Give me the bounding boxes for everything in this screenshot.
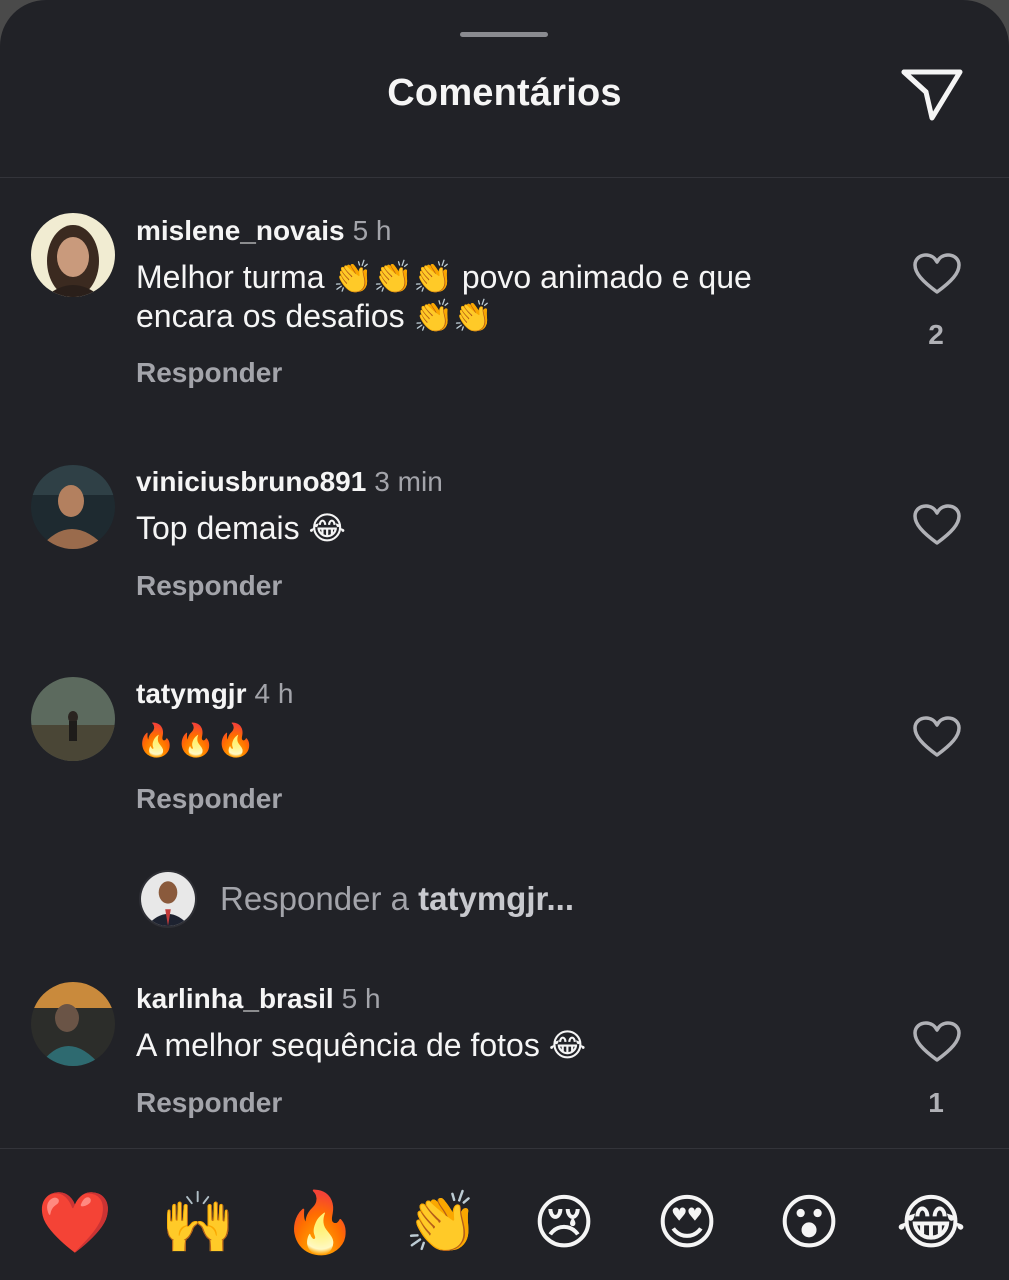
comment-text: A melhor sequência de fotos 😂: [136, 1027, 587, 1063]
timestamp: 5 h: [341, 983, 381, 1014]
reply-composer: Responder a tatymgjr...: [0, 868, 1009, 932]
heart-icon[interactable]: [912, 252, 962, 296]
username[interactable]: viniciusbruno891: [136, 466, 366, 497]
heart-icon[interactable]: [912, 503, 962, 547]
avatar[interactable]: [31, 982, 115, 1066]
emoji-clap-button[interactable]: 👏: [399, 1180, 485, 1266]
page-title: Comentários: [387, 72, 622, 114]
heart-icon[interactable]: [912, 715, 962, 759]
comment-meta: karlinha_brasil 5 h: [136, 982, 381, 1016]
avatar[interactable]: [31, 213, 115, 297]
emoji-surprised-button[interactable]: 😮: [766, 1180, 852, 1266]
heart-icon[interactable]: [912, 1020, 962, 1064]
paper-plane-icon[interactable]: [898, 64, 966, 124]
comment-text: Melhor turma 👏👏👏 povo animado e que enca…: [136, 259, 752, 334]
quick-reaction-bar: ❤️ 🙌 🔥 👏 😢 😍 😮 😂: [0, 1180, 1009, 1270]
comment-meta: mislene_novais 5 h: [136, 214, 392, 248]
like-count: 2: [928, 319, 944, 350]
comments-sheet: Comentários mislene_novais 5 h Melhor tur…: [0, 0, 1009, 1280]
username[interactable]: mislene_novais: [136, 215, 345, 246]
avatar[interactable]: [31, 465, 115, 549]
comment-meta: viniciusbruno891 3 min: [136, 465, 443, 499]
comment-text: 🔥🔥🔥: [136, 722, 256, 758]
avatar: [139, 870, 197, 928]
like-count: 1: [928, 1087, 944, 1118]
emoji-laughing-button[interactable]: 😂: [888, 1180, 974, 1266]
emoji-raised-hands-button[interactable]: 🙌: [155, 1180, 241, 1266]
header-divider: [0, 177, 1009, 178]
emoji-heart-eyes-button[interactable]: 😍: [644, 1180, 730, 1266]
timestamp: 5 h: [352, 215, 392, 246]
username[interactable]: tatymgjr: [136, 678, 246, 709]
emoji-crying-button[interactable]: 😢: [521, 1180, 607, 1266]
reply-button[interactable]: Responder: [136, 1087, 282, 1119]
reply-button[interactable]: Responder: [136, 570, 282, 602]
reply-input[interactable]: Responder a tatymgjr...: [220, 880, 574, 918]
sheet-grabber[interactable]: [460, 32, 548, 37]
emoji-heart-button[interactable]: ❤️: [32, 1180, 118, 1266]
timestamp: 4 h: [254, 678, 294, 709]
comment-meta: tatymgjr 4 h: [136, 677, 293, 711]
username[interactable]: karlinha_brasil: [136, 983, 334, 1014]
timestamp: 3 min: [374, 466, 443, 497]
reply-button[interactable]: Responder: [136, 783, 282, 815]
comment-text: Top demais 😂: [136, 510, 346, 546]
emoji-fire-button[interactable]: 🔥: [277, 1180, 363, 1266]
footer-divider: [0, 1148, 1009, 1149]
avatar[interactable]: [31, 677, 115, 761]
reply-prefix: Responder a: [220, 880, 409, 917]
reply-button[interactable]: Responder: [136, 357, 282, 389]
reply-target: tatymgjr...: [418, 880, 575, 917]
